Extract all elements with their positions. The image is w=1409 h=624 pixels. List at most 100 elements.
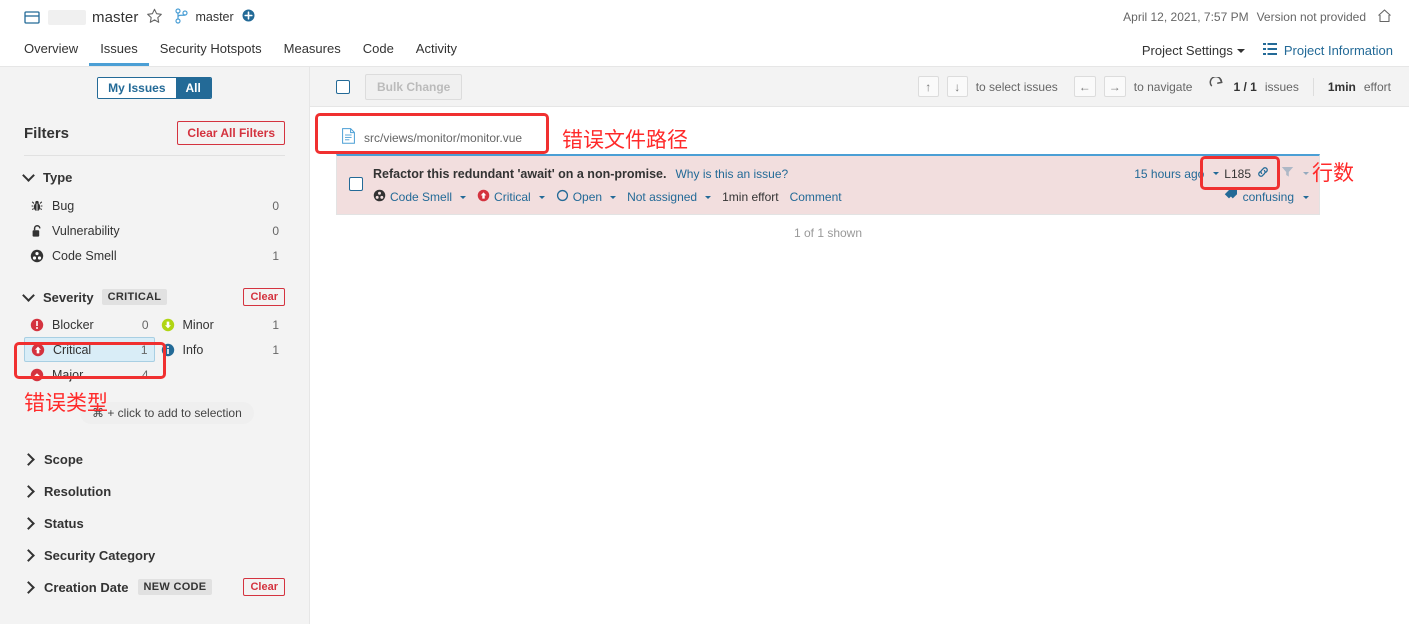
issue-severity-selector[interactable]: Critical xyxy=(477,189,545,205)
nav-right-actions: Project Settings Project Information xyxy=(1142,34,1393,66)
facet-item-critical[interactable]: Critical 1 xyxy=(24,337,155,362)
issue-line-number: L185 xyxy=(1224,166,1251,181)
facet-item-info-count: 1 xyxy=(272,342,279,357)
major-icon xyxy=(30,368,44,382)
facet-type-list: Bug 0 Vulnerability 0 Code Smell 1 xyxy=(24,193,285,268)
facet-severity-right-column: Minor 1 Info 1 xyxy=(155,312,286,387)
tab-measures[interactable]: Measures xyxy=(273,34,352,66)
project-settings-menu[interactable]: Project Settings xyxy=(1142,43,1245,58)
effort-word: effort xyxy=(1363,79,1391,94)
issue-severity-label: Critical xyxy=(494,190,531,204)
facet-item-vulnerability[interactable]: Vulnerability 0 xyxy=(24,218,285,243)
facet-severity-header[interactable]: Severity CRITICAL Clear xyxy=(22,288,285,306)
tab-overview[interactable]: Overview xyxy=(24,34,89,66)
permalink-icon[interactable] xyxy=(1256,165,1270,182)
facet-resolution-header[interactable]: Resolution xyxy=(22,475,285,507)
tab-overview-label: Overview xyxy=(24,41,79,56)
facet-severity-clear-button[interactable]: Clear xyxy=(243,288,285,306)
facet-item-minor[interactable]: Minor 1 xyxy=(155,312,286,337)
code-smell-icon xyxy=(30,249,44,263)
key-arrow-right[interactable]: → xyxy=(1103,76,1126,97)
facet-type-header[interactable]: Type xyxy=(22,169,285,185)
issue-tags-selector[interactable]: confusing xyxy=(1224,189,1309,205)
chevron-down-icon xyxy=(22,288,35,302)
select-all-checkbox[interactable] xyxy=(336,79,350,94)
issue-file-path: src/views/monitor/monitor.vue xyxy=(364,130,523,145)
home-icon[interactable] xyxy=(1376,8,1393,27)
filter-similar-icon[interactable] xyxy=(1281,166,1294,181)
critical-icon xyxy=(477,189,490,205)
tab-measures-label: Measures xyxy=(283,41,341,56)
facet-item-bug-label: Bug xyxy=(52,198,75,213)
tab-issues[interactable]: Issues xyxy=(89,34,149,66)
reload-icon[interactable] xyxy=(1208,75,1225,97)
facet-item-info[interactable]: Info 1 xyxy=(155,337,286,362)
chevron-down-icon xyxy=(1303,195,1309,199)
facet-item-code-smell-count: 1 xyxy=(272,248,279,263)
tab-code[interactable]: Code xyxy=(352,34,405,66)
code-smell-icon xyxy=(373,189,386,205)
clear-all-filters-button[interactable]: Clear All Filters xyxy=(177,121,285,145)
minor-icon xyxy=(161,318,175,332)
facet-scope-header[interactable]: Scope xyxy=(22,443,285,475)
facet-item-info-label: Info xyxy=(182,342,204,357)
key-arrow-down[interactable]: ↓ xyxy=(946,76,968,97)
facet-item-minor-count: 1 xyxy=(272,317,279,332)
chevron-down-icon xyxy=(460,195,467,199)
issue-assignee-selector[interactable]: Not assigned xyxy=(627,190,712,204)
tab-security-hotspots[interactable]: Security Hotspots xyxy=(149,34,273,66)
issue-header-row: Refactor this redundant 'await' on a non… xyxy=(373,165,1309,182)
chevron-down-icon xyxy=(1236,49,1245,54)
key-arrow-left[interactable]: ← xyxy=(1073,76,1096,97)
chevron-right-icon xyxy=(22,548,35,562)
chevron-down-icon[interactable] xyxy=(1303,172,1309,175)
issue-checkbox[interactable] xyxy=(349,177,363,191)
facet-security-category-header[interactable]: Security Category xyxy=(22,539,285,571)
issues-scope-toggle-wrap: My Issues All xyxy=(24,67,285,99)
effort-value: 1min xyxy=(1327,79,1356,94)
star-icon[interactable] xyxy=(146,8,163,27)
issue-status-label: Open xyxy=(572,190,603,204)
page-layout: My Issues All Filters Clear All Filters … xyxy=(0,67,1409,624)
bulk-change-button[interactable]: Bulk Change xyxy=(365,73,463,100)
issue-content: Refactor this redundant 'await' on a non… xyxy=(373,165,1309,205)
plus-icon[interactable] xyxy=(242,9,255,25)
facet-item-major[interactable]: Major 4 xyxy=(24,362,155,387)
facet-item-blocker[interactable]: Blocker 0 xyxy=(24,312,155,337)
issue-comment-button[interactable]: Comment xyxy=(790,190,842,204)
toolbar-hints: ↑ ↓ to select issues ← → to navigate 1 /… xyxy=(917,75,1391,97)
project-identity: master master xyxy=(24,7,255,27)
facet-creation-date-header[interactable]: Creation Date NEW CODE Clear xyxy=(22,571,285,603)
list-icon xyxy=(1262,42,1277,58)
filters-title: Filters xyxy=(24,124,70,142)
chevron-down-icon[interactable] xyxy=(1213,172,1220,175)
branch-name[interactable]: master xyxy=(195,10,233,24)
folder-icon xyxy=(24,10,40,24)
chevron-right-icon xyxy=(22,484,35,498)
toolbar-divider xyxy=(1312,77,1314,96)
facet-item-code-smell[interactable]: Code Smell 1 xyxy=(24,243,285,268)
facet-severity: Severity CRITICAL Clear Blocker 0 Critic… xyxy=(22,288,286,387)
tag-icon xyxy=(1224,189,1238,205)
issue-type-selector[interactable]: Code Smell xyxy=(373,189,467,205)
facet-item-major-label: Major xyxy=(52,367,84,382)
facet-item-vulnerability-count: 0 xyxy=(272,223,279,238)
issues-scope-toggle: My Issues All xyxy=(97,77,212,99)
why-is-this-an-issue-link[interactable]: Why is this an issue? xyxy=(675,167,788,181)
facet-item-blocker-count: 0 xyxy=(141,317,149,332)
facet-item-code-smell-label: Code Smell xyxy=(52,248,117,263)
facet-status-header[interactable]: Status xyxy=(22,507,285,539)
tab-issues-label: Issues xyxy=(100,41,138,56)
toggle-all[interactable]: All xyxy=(175,78,211,98)
facet-creation-date-clear-button[interactable]: Clear xyxy=(243,578,285,596)
issue-card[interactable]: Refactor this redundant 'await' on a non… xyxy=(336,154,1320,215)
toggle-my-issues[interactable]: My Issues xyxy=(98,78,176,98)
issue-file-header[interactable]: src/views/monitor/monitor.vue xyxy=(336,121,1391,154)
issue-status-selector[interactable]: Open xyxy=(556,189,617,205)
key-arrow-up[interactable]: ↑ xyxy=(917,76,939,97)
tab-activity[interactable]: Activity xyxy=(405,34,468,66)
issue-updated-date[interactable]: 15 hours ago xyxy=(1134,167,1204,181)
project-information-link[interactable]: Project Information xyxy=(1262,42,1393,58)
project-settings-label: Project Settings xyxy=(1141,42,1233,58)
facet-item-bug[interactable]: Bug 0 xyxy=(24,193,285,218)
